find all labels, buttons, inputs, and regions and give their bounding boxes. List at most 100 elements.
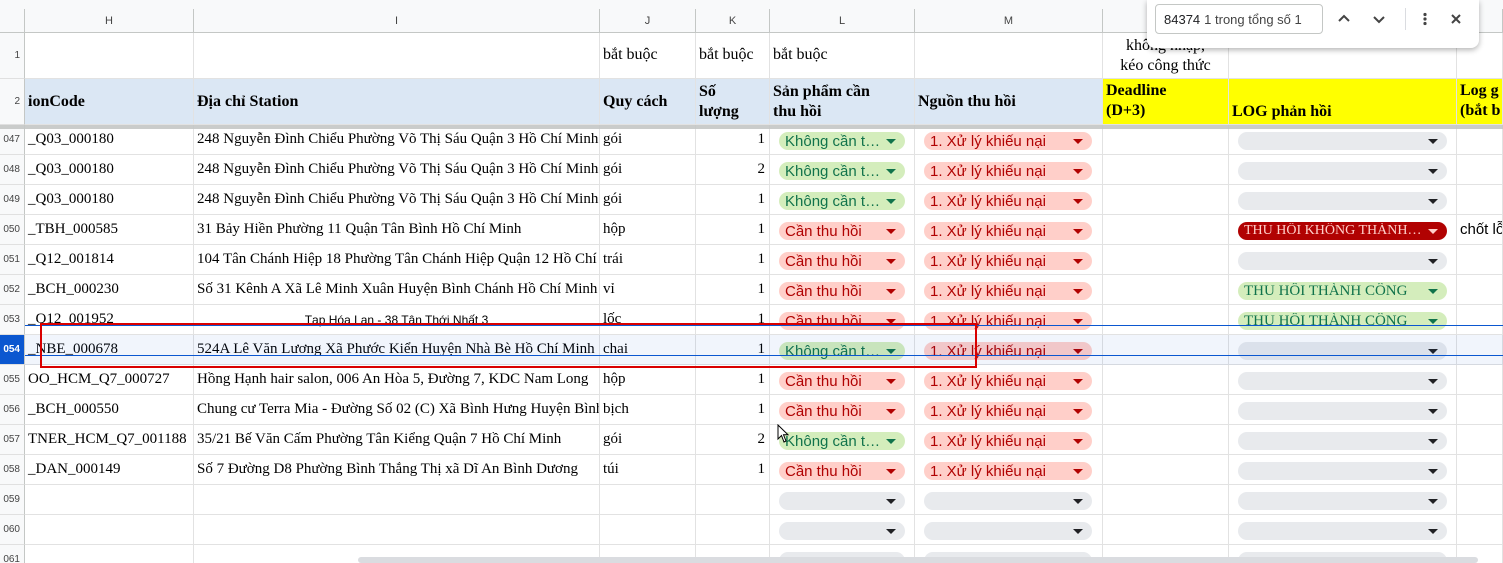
row-number[interactable]: 056	[0, 395, 25, 425]
quantity-cell[interactable]: 1	[696, 215, 770, 245]
find-input[interactable]: 84374 1 trong tổng số 1	[1155, 4, 1323, 34]
station-code-cell[interactable]: _Q12_001814	[25, 245, 194, 275]
recall-source-dropdown[interactable]: 1. Xử lý khiếu nại	[924, 252, 1092, 270]
packaging-cell[interactable]	[600, 515, 696, 545]
packaging-cell[interactable]: gói	[600, 185, 696, 215]
packaging-cell[interactable]: hộp	[600, 215, 696, 245]
station-code-cell[interactable]: TNER_HCM_Q7_001188	[25, 425, 194, 455]
chevron-up-icon[interactable]	[1333, 8, 1355, 30]
corner-cell[interactable]	[0, 9, 25, 33]
station-code-cell[interactable]: _DAN_000149	[25, 455, 194, 485]
row-number[interactable]: 2	[0, 79, 25, 125]
quantity-cell[interactable]: 1	[696, 125, 770, 155]
recall-product-dropdown[interactable]: Cần thu hồi	[779, 222, 905, 240]
station-code-cell[interactable]: _BCH_000550	[25, 395, 194, 425]
deadline-cell[interactable]	[1103, 365, 1229, 395]
log-extra-cell[interactable]	[1457, 485, 1503, 515]
more-vert-icon[interactable]	[1414, 8, 1436, 30]
log-feedback-dropdown[interactable]	[1238, 462, 1447, 480]
row-number[interactable]: 055	[0, 365, 25, 395]
log-feedback-dropdown[interactable]	[1238, 372, 1447, 390]
frozen-rows-divider[interactable]	[0, 125, 1503, 129]
deadline-cell[interactable]	[1103, 515, 1229, 545]
log-extra-cell[interactable]	[1457, 335, 1503, 365]
header-station-address[interactable]: Địa chỉ Station	[194, 79, 600, 125]
quantity-cell[interactable]: 1	[696, 395, 770, 425]
packaging-cell[interactable]: gói	[600, 155, 696, 185]
row-number[interactable]: 060	[0, 515, 25, 545]
deadline-cell[interactable]	[1103, 395, 1229, 425]
log-feedback-dropdown[interactable]	[1238, 162, 1447, 180]
header-recall-product[interactable]: Sản phẩm cần thu hồi	[770, 79, 915, 125]
recall-source-dropdown[interactable]	[924, 522, 1092, 540]
deadline-cell[interactable]	[1103, 245, 1229, 275]
deadline-cell[interactable]	[1103, 125, 1229, 155]
recall-product-dropdown[interactable]: Cần thu hồi	[779, 252, 905, 270]
cell-required-l[interactable]: bắt buộc	[770, 33, 915, 79]
log-extra-cell[interactable]	[1457, 245, 1503, 275]
recall-source-dropdown[interactable]: 1. Xử lý khiếu nại	[924, 372, 1092, 390]
log-feedback-dropdown[interactable]	[1238, 252, 1447, 270]
log-feedback-dropdown[interactable]	[1238, 432, 1447, 450]
recall-product-dropdown[interactable]: Cần thu hồi	[779, 372, 905, 390]
header-recall-source[interactable]: Nguồn thu hồi	[915, 79, 1103, 125]
row-number[interactable]: 061	[0, 545, 25, 563]
station-address-cell[interactable]: 104 Tân Chánh Hiệp 18 Phường Tân Chánh H…	[194, 245, 600, 275]
log-extra-cell[interactable]	[1457, 515, 1503, 545]
packaging-cell[interactable]: vỉ	[600, 275, 696, 305]
row-number[interactable]: 058	[0, 455, 25, 485]
log-extra-cell[interactable]	[1457, 365, 1503, 395]
station-address-cell[interactable]: 248 Nguyễn Đình Chiểu Phường Võ Thị Sáu …	[194, 155, 600, 185]
deadline-cell[interactable]	[1103, 335, 1229, 365]
row-number[interactable]: 050	[0, 215, 25, 245]
deadline-cell[interactable]	[1103, 425, 1229, 455]
packaging-cell[interactable]: túi	[600, 455, 696, 485]
station-code-cell[interactable]	[25, 515, 194, 545]
quantity-cell[interactable]: 1	[696, 275, 770, 305]
header-station-code[interactable]: ionCode	[25, 79, 194, 125]
column-header-k[interactable]: K	[696, 9, 770, 33]
station-address-cell[interactable]: Chung cư Terra Mia - Đường Số 02 (C) Xã …	[194, 395, 600, 425]
recall-product-dropdown[interactable]	[779, 522, 905, 540]
deadline-cell[interactable]	[1103, 455, 1229, 485]
station-address-cell[interactable]: 31 Bảy Hiền Phường 11 Quận Tân Bình Hồ C…	[194, 215, 600, 245]
log-extra-cell[interactable]	[1457, 275, 1503, 305]
header-deadline[interactable]: Deadline (D+3)	[1103, 79, 1229, 125]
recall-product-dropdown[interactable]	[779, 492, 905, 510]
header-log-feedback[interactable]: LOG phản hồi	[1229, 79, 1457, 125]
row-number[interactable]: 054	[0, 335, 25, 365]
recall-product-dropdown[interactable]: Cần thu hồi	[779, 402, 905, 420]
recall-source-dropdown[interactable]: 1. Xử lý khiếu nại	[924, 462, 1092, 480]
recall-product-dropdown[interactable]: Cần thu hồi	[779, 282, 905, 300]
recall-product-dropdown[interactable]: Không cần thu hồi	[779, 192, 905, 210]
station-address-cell[interactable]: Số 7 Đường D8 Phường Bình Thắng Thị xã D…	[194, 455, 600, 485]
row-number[interactable]: 057	[0, 425, 25, 455]
station-code-cell[interactable]: _TBH_000585	[25, 215, 194, 245]
deadline-cell[interactable]	[1103, 305, 1229, 335]
packaging-cell[interactable]: gói	[600, 125, 696, 155]
row-number[interactable]: 1	[0, 33, 25, 79]
station-address-cell[interactable]: Số 31 Kênh A Xã Lê Minh Xuân Huyện Bình …	[194, 275, 600, 305]
quantity-cell[interactable]: 2	[696, 425, 770, 455]
chevron-down-icon[interactable]	[1368, 8, 1390, 30]
log-feedback-dropdown[interactable]	[1238, 342, 1447, 360]
deadline-cell[interactable]	[1103, 215, 1229, 245]
cell[interactable]	[25, 33, 194, 79]
packaging-cell[interactable]	[600, 485, 696, 515]
station-code-cell[interactable]	[25, 485, 194, 515]
deadline-cell[interactable]	[1103, 185, 1229, 215]
column-header-j[interactable]: J	[600, 9, 696, 33]
station-code-cell[interactable]	[25, 545, 194, 563]
cell[interactable]	[915, 33, 1103, 79]
quantity-cell[interactable]: 1	[696, 365, 770, 395]
deadline-cell[interactable]	[1103, 485, 1229, 515]
log-extra-cell[interactable]	[1457, 425, 1503, 455]
station-address-cell[interactable]: 35/21 Bế Văn Cấm Phường Tân Kiểng Quận 7…	[194, 425, 600, 455]
quantity-cell[interactable]: 1	[696, 185, 770, 215]
row-number[interactable]: 059	[0, 485, 25, 515]
log-extra-cell[interactable]	[1457, 185, 1503, 215]
header-log-extra[interactable]: Log g (bắt b	[1457, 79, 1503, 125]
log-extra-cell[interactable]	[1457, 125, 1503, 155]
cell-required-k[interactable]: bắt buộc	[696, 33, 770, 79]
quantity-cell[interactable]	[696, 485, 770, 515]
